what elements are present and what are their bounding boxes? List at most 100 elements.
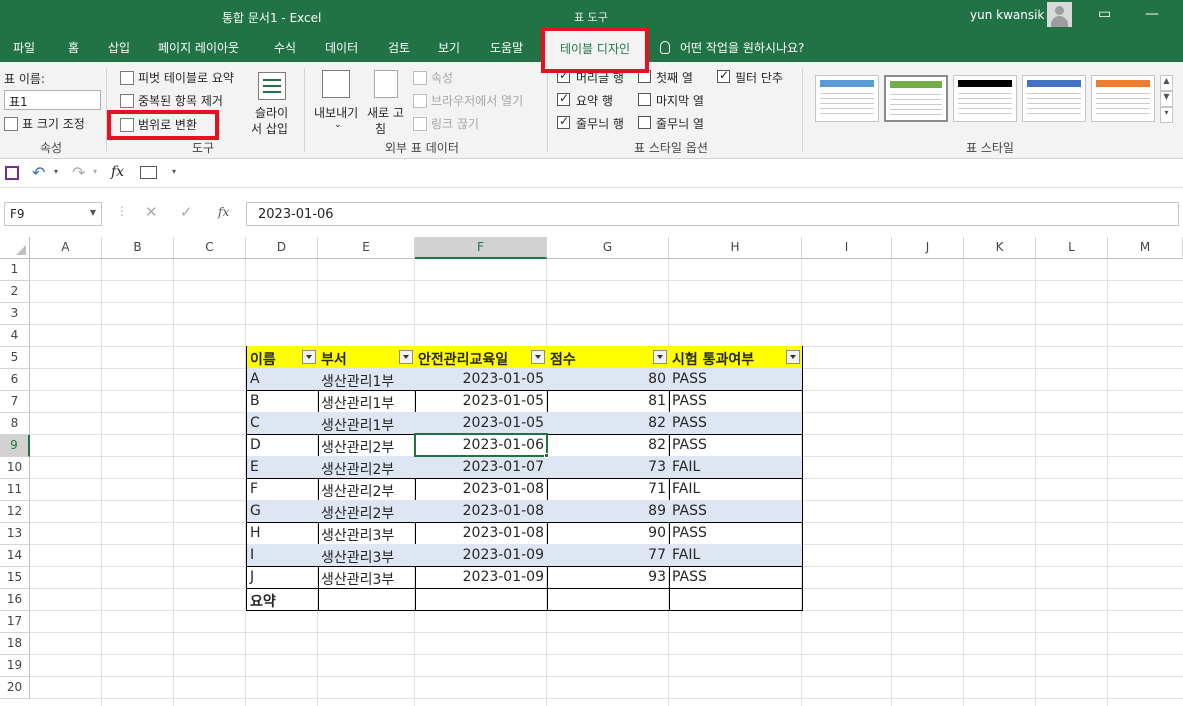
row-header-8[interactable]: 8 xyxy=(0,413,30,435)
row-header-7[interactable]: 7 xyxy=(0,391,30,413)
table-style-swatch[interactable] xyxy=(884,75,948,122)
table-cell[interactable]: 2023-01-06 xyxy=(415,434,548,457)
table-cell[interactable]: G xyxy=(246,500,319,523)
table-cell[interactable]: 2023-01-08 xyxy=(415,522,548,545)
row-header-6[interactable]: 6 xyxy=(0,369,30,391)
table-cell[interactable]: 82 xyxy=(547,412,670,435)
filter-dropdown-icon[interactable] xyxy=(531,350,545,364)
table-cell[interactable]: FAIL xyxy=(669,478,803,501)
row-header-19[interactable]: 19 xyxy=(0,655,30,677)
table-cell[interactable]: 89 xyxy=(547,500,670,523)
export-button[interactable]: 내보내기 xyxy=(314,104,358,121)
formula-input[interactable]: 2023-01-06 xyxy=(246,202,1179,226)
column-header-f[interactable]: F xyxy=(415,237,547,259)
column-header-k[interactable]: K xyxy=(964,237,1036,259)
select-all-corner[interactable] xyxy=(0,237,30,259)
customize-qat-icon[interactable]: ▾ xyxy=(172,167,176,176)
redo-icon[interactable]: ↷ xyxy=(72,163,85,182)
table-cell[interactable]: C xyxy=(246,412,319,435)
table-cell[interactable]: FAIL xyxy=(669,544,803,567)
table-cell[interactable]: 생산관리2부 xyxy=(318,456,416,479)
undo-icon[interactable]: ↶ xyxy=(32,163,45,182)
tell-me-search[interactable]: 어떤 작업을 원하시나요? xyxy=(660,39,804,56)
export-dropdown-icon[interactable]: ⌄ xyxy=(334,120,342,130)
table-cell[interactable]: PASS xyxy=(669,368,803,391)
table-style-swatch[interactable] xyxy=(1091,75,1155,122)
table-cell[interactable]: 73 xyxy=(547,456,670,479)
refresh-button-line2[interactable]: 침 xyxy=(375,120,386,137)
row-header-17[interactable]: 17 xyxy=(0,611,30,633)
table-cell[interactable]: A xyxy=(246,368,319,391)
resize-table-button[interactable]: 표 크기 조정 xyxy=(4,115,85,132)
undo-dropdown-icon[interactable]: ▾ xyxy=(54,167,58,176)
row-header-4[interactable]: 4 xyxy=(0,325,30,347)
row-header-13[interactable]: 13 xyxy=(0,523,30,545)
cancel-icon[interactable]: ✕ xyxy=(145,203,158,221)
table-cell[interactable]: 생산관리2부 xyxy=(318,478,416,501)
row-header-9[interactable]: 9 xyxy=(0,435,30,457)
tab-view[interactable]: 보기 xyxy=(438,39,460,56)
table-style-swatch[interactable] xyxy=(1022,75,1086,122)
ribbon-display-icon[interactable]: ▭ xyxy=(1098,6,1111,22)
row-header-16[interactable]: 16 xyxy=(0,589,30,611)
table-header-cell[interactable]: 시험 통과여부 xyxy=(669,346,803,369)
column-header-i[interactable]: I xyxy=(802,237,892,259)
column-header-c[interactable]: C xyxy=(174,237,246,259)
name-box[interactable]: F9 ▼ xyxy=(4,202,102,226)
table-cell[interactable]: 2023-01-08 xyxy=(415,478,548,501)
redo-dropdown-icon[interactable]: ▾ xyxy=(93,167,97,176)
table-cell[interactable]: 82 xyxy=(547,434,670,457)
styles-scroll-up-icon[interactable]: ▲ xyxy=(1160,75,1173,91)
tab-review[interactable]: 검토 xyxy=(388,39,410,56)
table-cell[interactable]: PASS xyxy=(669,522,803,545)
table-cell[interactable]: 2023-01-09 xyxy=(415,566,548,589)
row-header-15[interactable]: 15 xyxy=(0,567,30,589)
column-header-a[interactable]: A xyxy=(30,237,102,259)
column-header-d[interactable]: D xyxy=(246,237,318,259)
table-header-cell[interactable]: 이름 xyxy=(246,346,319,369)
row-header-5[interactable]: 5 xyxy=(0,347,30,369)
table-cell[interactable]: I xyxy=(246,544,319,567)
table-cell[interactable]: 2023-01-08 xyxy=(415,500,548,523)
unlink-button[interactable]: 링크 끊기 xyxy=(413,115,479,132)
table-cell[interactable]: 80 xyxy=(547,368,670,391)
filter-dropdown-icon[interactable] xyxy=(302,350,316,364)
table-cell[interactable]: 2023-01-05 xyxy=(415,368,548,391)
styles-more-icon[interactable]: ▾ xyxy=(1160,107,1173,123)
table-header-cell[interactable]: 안전관리교육일 xyxy=(415,346,548,369)
name-box-dropdown-icon[interactable]: ▼ xyxy=(90,208,96,217)
tab-page-layout[interactable]: 페이지 레이아웃 xyxy=(158,39,239,56)
table-cell[interactable]: 생산관리1부 xyxy=(318,412,416,435)
table-cell[interactable]: H xyxy=(246,522,319,545)
row-header-20[interactable]: 20 xyxy=(0,677,30,699)
remove-duplicates-button[interactable]: 중복된 항목 제거 xyxy=(120,92,223,109)
last-column-checkbox[interactable] xyxy=(638,93,651,106)
styles-scroll-down-icon[interactable]: ▼ xyxy=(1160,91,1173,107)
column-header-e[interactable]: E xyxy=(318,237,415,259)
row-header-3[interactable]: 3 xyxy=(0,303,30,325)
column-header-l[interactable]: L xyxy=(1036,237,1108,259)
table-cell[interactable]: E xyxy=(246,456,319,479)
table-cell[interactable]: PASS xyxy=(669,434,803,457)
fx-icon[interactable]: fx xyxy=(218,205,229,219)
insert-slicer-button[interactable]: 슬라이 xyxy=(255,104,288,121)
tab-insert[interactable]: 삽입 xyxy=(108,39,130,56)
column-header-h[interactable]: H xyxy=(669,237,802,259)
insert-function-icon[interactable]: fx xyxy=(111,164,124,180)
row-header-1[interactable]: 1 xyxy=(0,259,30,281)
table-cell[interactable]: PASS xyxy=(669,500,803,523)
tab-file[interactable]: 파일 xyxy=(13,39,35,56)
table-cell[interactable]: 90 xyxy=(547,522,670,545)
row-header-11[interactable]: 11 xyxy=(0,479,30,501)
total-row-cell[interactable] xyxy=(318,588,416,611)
refresh-button[interactable]: 새로 고 xyxy=(367,104,404,121)
table-cell[interactable]: 생산관리3부 xyxy=(318,544,416,567)
form-icon[interactable] xyxy=(140,166,157,179)
row-header-12[interactable]: 12 xyxy=(0,501,30,523)
insert-slicer-button-line2[interactable]: 서 삽입 xyxy=(251,120,288,137)
total-row-cell[interactable] xyxy=(547,588,670,611)
table-cell[interactable]: 생산관리2부 xyxy=(318,434,416,457)
table-cell[interactable]: 2023-01-07 xyxy=(415,456,548,479)
open-in-browser-button[interactable]: 브라우저에서 열기 xyxy=(413,92,523,109)
table-cell[interactable]: 생산관리1부 xyxy=(318,368,416,391)
